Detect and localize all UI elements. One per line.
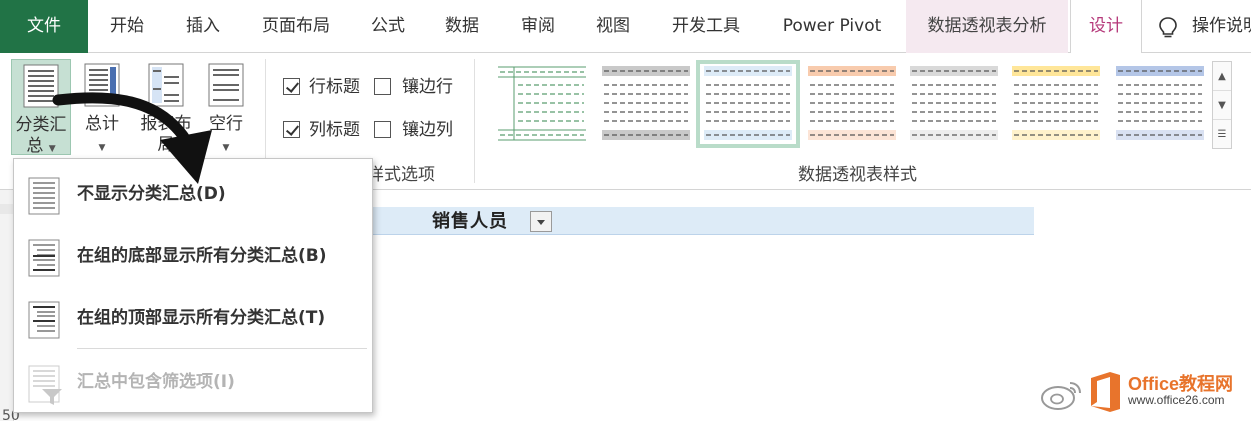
watermark-url: www.office26.com <box>1128 393 1225 407</box>
menu-item-subtotals-top[interactable]: 在组的顶部显示所有分类汇总(T) <box>14 289 372 349</box>
tab-data[interactable]: 数据 <box>424 0 500 53</box>
select-all-corner[interactable] <box>0 204 14 214</box>
pivot-style-swatch[interactable] <box>598 64 694 144</box>
checkbox-unchecked-icon <box>374 121 391 138</box>
gallery-scroll-up-button[interactable]: ▲ <box>1213 62 1231 91</box>
tab-design[interactable]: 设计 <box>1070 0 1142 54</box>
tab-review[interactable]: 审阅 <box>500 0 576 53</box>
tab-formulas[interactable]: 公式 <box>352 0 424 53</box>
tab-pivottable-analyze[interactable]: 数据透视表分析 <box>906 0 1068 53</box>
column-headers-label: 列标题 <box>309 120 360 140</box>
gallery-scroll-down-button[interactable]: ▼ <box>1213 91 1231 120</box>
row-headers-checkbox[interactable]: 行标题 <box>283 76 373 98</box>
menu-item-label: 在组的顶部显示所有分类汇总(T) <box>77 308 326 328</box>
tab-view[interactable]: 视图 <box>576 0 650 53</box>
pivottable-styles-group-label: 数据透视表样式 <box>798 165 917 185</box>
annotation-arrow-icon <box>52 92 212 184</box>
pivot-style-swatch[interactable] <box>494 64 590 144</box>
pivot-style-swatch[interactable] <box>906 64 1002 144</box>
banded-columns-checkbox[interactable]: 镶边列 <box>374 119 464 141</box>
row-headers-label: 行标题 <box>309 77 360 97</box>
weibo-icon <box>1041 382 1081 410</box>
banded-rows-checkbox[interactable]: 镶边行 <box>374 76 464 98</box>
banded-rows-label: 镶边行 <box>402 77 453 97</box>
menu-item-label: 在组的底部显示所有分类汇总(B) <box>77 246 327 266</box>
menu-item-label: 汇总中包含筛选项(I) <box>77 372 235 392</box>
tab-file[interactable]: 文件 <box>0 0 88 53</box>
checkbox-unchecked-icon <box>374 78 391 95</box>
ribbon-tab-bar: 文件 开始 插入 页面布局 公式 数据 审阅 视图 开发工具 Power Piv… <box>0 0 1251 54</box>
ribbon-separator <box>474 59 475 183</box>
pivottable-styles-gallery <box>488 60 1208 152</box>
column-headers-checkbox[interactable]: 列标题 <box>283 119 373 141</box>
row-header-column <box>0 190 14 421</box>
gallery-more-button[interactable]: ☰ <box>1213 120 1231 149</box>
site-watermark: Office教程网 www.office26.com <box>1040 368 1246 418</box>
menu-item-include-filtered: 汇总中包含筛选项(I) <box>14 353 372 413</box>
subtotals-top-icon <box>28 301 60 339</box>
subtotals-bottom-icon <box>28 239 60 277</box>
pivot-row-field-label[interactable]: 销售人员 <box>432 210 508 234</box>
banded-columns-label: 镶边列 <box>402 120 453 140</box>
lightbulb-icon <box>1159 17 1177 38</box>
pivot-style-swatch-selected[interactable] <box>696 60 800 148</box>
pivot-style-swatch[interactable] <box>1008 64 1104 144</box>
pivot-style-swatch[interactable] <box>804 64 900 144</box>
tab-power-pivot[interactable]: Power Pivot <box>762 0 902 53</box>
menu-divider <box>77 348 367 349</box>
tab-developer[interactable]: 开发工具 <box>650 0 762 53</box>
tab-page-layout[interactable]: 页面布局 <box>240 0 352 53</box>
checkbox-checked-icon <box>283 78 300 95</box>
pivot-style-swatch[interactable] <box>1112 64 1208 144</box>
menu-item-subtotals-bottom[interactable]: 在组的底部显示所有分类汇总(B) <box>14 227 372 287</box>
office-logo-icon <box>1091 372 1120 412</box>
tell-me-label: 操作说明 <box>1192 16 1251 36</box>
checkbox-checked-icon <box>283 121 300 138</box>
filter-dropdown-button[interactable] <box>530 211 552 232</box>
tab-home[interactable]: 开始 <box>88 0 166 53</box>
gallery-scroll: ▲ ▼ ☰ <box>1212 61 1232 149</box>
filtered-subtotals-icon <box>28 365 62 405</box>
tab-insert[interactable]: 插入 <box>166 0 240 53</box>
